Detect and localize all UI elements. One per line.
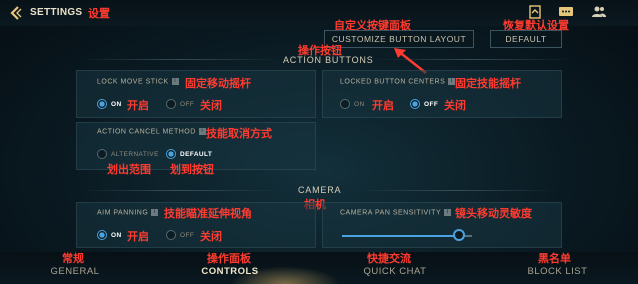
camera-pan-sensitivity-annotation: 镜头移动灵敏度 [455,207,532,220]
tab-block-list[interactable]: BLOCK LIST [520,266,595,277]
tab-quick-chat-annotation: 快捷交流 [367,252,411,265]
lock-move-stick-annotation: 固定移动摇杆 [185,77,251,90]
option-annotation: 划到按钮 [170,163,214,176]
tab-general[interactable]: GENERAL [40,266,110,277]
aim-panning-off-radio[interactable]: OFF [166,230,194,240]
section-title-action-buttons: ACTION BUTTONS [283,55,374,65]
info-icon[interactable]: i [171,78,179,85]
option-label: ON [354,100,365,108]
option-annotation: 开启 [127,230,149,243]
locked-button-centers-label: LOCKED BUTTON CENTERS i [340,78,456,85]
radio-selected-icon [97,230,107,240]
info-icon[interactable]: i [198,128,206,135]
radio-selected-icon [166,149,176,159]
tab-general-annotation: 常规 [62,252,84,265]
option-label: ON [111,231,122,239]
slider-fill [342,235,459,237]
locked-button-centers-off-radio[interactable]: OFF [410,99,438,109]
option-label: ALTERNATIVE [111,150,159,158]
lock-move-stick-on-radio[interactable]: ON [97,99,122,109]
info-icon[interactable]: i [444,209,452,216]
tab-block-list-annotation: 黑名单 [538,252,571,265]
option-annotation: 开启 [372,99,394,112]
action-cancel-method-label: ACTION CANCEL METHOD i [97,128,206,135]
divider-left [80,59,280,60]
camera-pan-sensitivity-label: CAMERA PAN SENSITIVITY i [340,209,452,216]
option-annotation: 关闭 [200,99,222,112]
action-cancel-default-radio[interactable]: DEFAULT [166,149,212,159]
section-title-camera: CAMERA [298,185,342,195]
tab-quick-chat[interactable]: QUICK CHAT [355,266,435,277]
radio-unselected-icon [166,99,176,109]
radio-unselected-icon [166,230,176,240]
friends-icon[interactable] [591,4,607,20]
option-label: OFF [424,100,439,108]
locked-button-centers-on-radio[interactable]: ON [340,99,365,109]
radio-selected-icon [97,99,107,109]
action-cancel-method-annotation: 技能取消方式 [206,127,272,140]
page-title-annotation: 设置 [88,7,110,20]
tab-controls-annotation: 操作面板 [207,252,251,265]
option-label: OFF [180,231,195,239]
radio-selected-icon [410,99,420,109]
radio-unselected-icon [97,149,107,159]
page-title: SETTINGS [30,7,83,18]
lock-move-stick-label: LOCK MOVE STICK i [97,78,179,85]
divider-left [80,190,280,191]
action-cancel-alternative-radio[interactable]: ALTERNATIVE [97,149,159,159]
option-annotation: 关闭 [444,99,466,112]
option-annotation: 划出范围 [107,163,151,176]
option-label: ON [111,100,122,108]
aim-panning-label: AIM PANNING i [97,209,159,216]
divider-right [356,190,556,191]
default-button[interactable]: DEFAULT [490,30,562,48]
aim-panning-annotation: 技能瞄准延伸视角 [164,207,252,220]
lock-move-stick-off-radio[interactable]: OFF [166,99,194,109]
info-icon[interactable]: i [151,209,159,216]
locked-button-centers-annotation: 固定技能摇杆 [455,77,521,90]
option-annotation: 开启 [127,99,149,112]
radio-unselected-icon [340,99,350,109]
aim-panning-on-radio[interactable]: ON [97,230,122,240]
slider-handle[interactable] [453,229,465,241]
option-annotation: 关闭 [200,230,222,243]
divider-right [372,59,572,60]
option-label: OFF [180,100,195,108]
back-arrow-icon[interactable] [8,5,24,21]
tab-controls[interactable]: CONTROLS [195,266,265,277]
option-label: DEFAULT [180,150,213,158]
